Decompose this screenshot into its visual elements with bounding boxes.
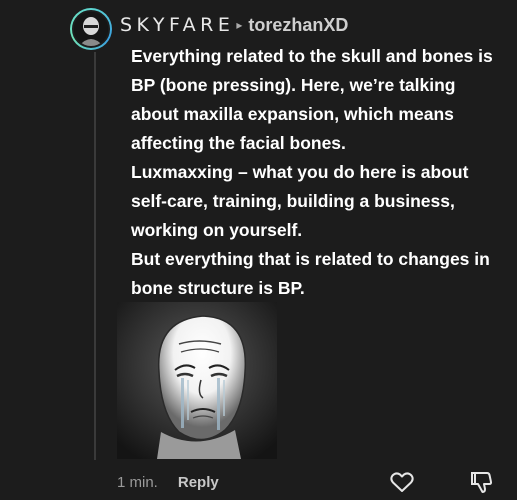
comment-footer: 1 min. Reply	[117, 470, 219, 494]
recipient-username[interactable]: torezhanXD	[248, 15, 348, 36]
thread-line	[94, 52, 96, 460]
timestamp: 1 min.	[117, 473, 158, 491]
comment-body: Everything related to the skull and bone…	[131, 42, 506, 303]
comment-paragraph: Luxmaxxing – what you do here is about s…	[131, 162, 469, 240]
comment-header: SKYFARE ▸ torezhanXD	[120, 12, 348, 38]
thumbs-down-icon[interactable]	[470, 469, 496, 495]
reply-button[interactable]: Reply	[178, 474, 219, 491]
comment-paragraph: Everything related to the skull and bone…	[131, 46, 493, 153]
avatar[interactable]	[70, 8, 112, 50]
crying-wojak-meme-image[interactable]	[117, 302, 277, 459]
avatar-image	[72, 10, 110, 48]
reply-arrow-icon: ▸	[236, 18, 243, 32]
comment: SKYFARE ▸ torezhanXD Everything related …	[0, 0, 517, 500]
sender-username[interactable]: SKYFARE	[120, 14, 234, 36]
heart-outline-icon[interactable]	[389, 469, 415, 495]
comment-paragraph: But everything that is related to change…	[131, 249, 490, 298]
